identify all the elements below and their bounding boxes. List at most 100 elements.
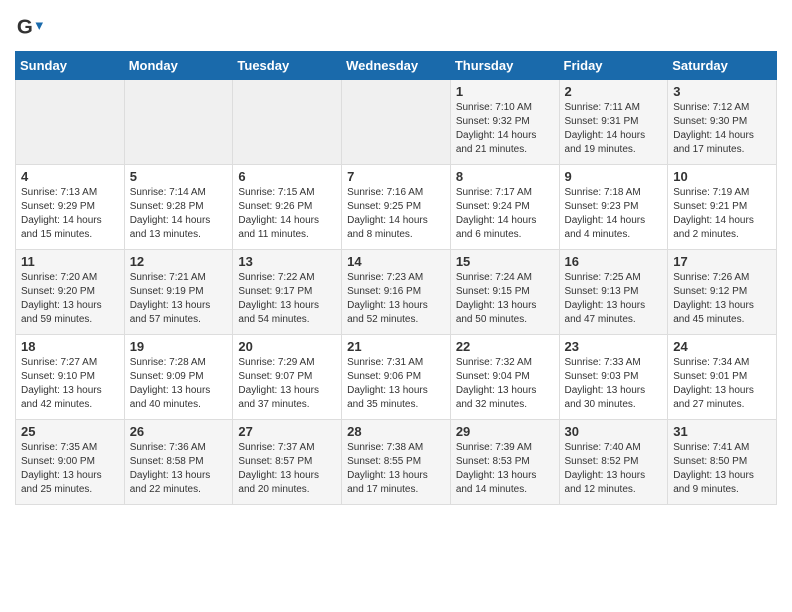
calendar-cell: 1Sunrise: 7:10 AMSunset: 9:32 PMDaylight… — [450, 80, 559, 165]
calendar-cell: 6 Sunrise: 7:15 AMSunset: 9:26 PMDaylight… — [233, 165, 342, 250]
day-info: Sunrise: 7:23 AMSunset: 9:16 PMDaylight:… — [347, 271, 445, 327]
calendar-cell: 4 Sunrise: 7:13 AMSunset: 9:29 PMDaylight… — [16, 165, 125, 250]
calendar-cell: 7 Sunrise: 7:16 AMSunset: 9:25 PMDaylight… — [342, 165, 451, 250]
weekday-header: Friday — [559, 52, 668, 80]
calendar-cell: 27Sunrise: 7:37 AMSunset: 8:57 PMDayligh… — [233, 420, 342, 505]
header-row: SundayMondayTuesdayWednesdayThursdayFrid… — [16, 52, 777, 80]
day-number: 6 — [238, 169, 336, 184]
logo: G — [15, 15, 45, 43]
calendar-cell: 10 Sunrise: 7:19 AMSunset: 9:21 PMDayligh… — [668, 165, 777, 250]
calendar-cell: 16Sunrise: 7:25 AMSunset: 9:13 PMDayligh… — [559, 250, 668, 335]
calendar-cell: 23Sunrise: 7:33 AMSunset: 9:03 PMDayligh… — [559, 335, 668, 420]
day-number: 24 — [673, 339, 771, 354]
calendar-cell: 9 Sunrise: 7:18 AMSunset: 9:23 PMDaylight… — [559, 165, 668, 250]
day-number: 10 — [673, 169, 771, 184]
day-number: 14 — [347, 254, 445, 269]
calendar-cell — [16, 80, 125, 165]
calendar-cell: 8 Sunrise: 7:17 AMSunset: 9:24 PMDaylight… — [450, 165, 559, 250]
calendar-cell: 19 Sunrise: 7:28 AMSunset: 9:09 PMDayligh… — [124, 335, 233, 420]
day-number: 3 — [673, 84, 771, 99]
day-number: 25 — [21, 424, 119, 439]
day-info: Sunrise: 7:18 AMSunset: 9:23 PMDaylight:… — [565, 186, 663, 242]
day-info: Sunrise: 7:40 AMSunset: 8:52 PMDaylight:… — [565, 441, 663, 497]
day-number: 29 — [456, 424, 554, 439]
day-info: Sunrise: 7:36 AMSunset: 8:58 PMDaylight:… — [130, 441, 228, 497]
calendar-cell: 24 Sunrise: 7:34 AMSunset: 9:01 PMDayligh… — [668, 335, 777, 420]
day-number: 31 — [673, 424, 771, 439]
calendar-table: SundayMondayTuesdayWednesdayThursdayFrid… — [15, 51, 777, 505]
day-info: Sunrise: 7:17 AMSunset: 9:24 PMDaylight:… — [456, 186, 554, 242]
logo-icon: G — [15, 15, 43, 43]
calendar-cell: 25 Sunrise: 7:35 AMSunset: 9:00 PMDayligh… — [16, 420, 125, 505]
calendar-week-row: 11 Sunrise: 7:20 AMSunset: 9:20 PMDayligh… — [16, 250, 777, 335]
day-number: 4 — [21, 169, 119, 184]
calendar-cell — [342, 80, 451, 165]
day-number: 30 — [565, 424, 663, 439]
day-number: 12 — [130, 254, 228, 269]
calendar-cell: 28 Sunrise: 7:38 AMSunset: 8:55 PMDayligh… — [342, 420, 451, 505]
calendar-cell: 17 Sunrise: 7:26 AMSunset: 9:12 PMDayligh… — [668, 250, 777, 335]
day-info: Sunrise: 7:38 AMSunset: 8:55 PMDaylight:… — [347, 441, 445, 497]
day-number: 5 — [130, 169, 228, 184]
day-info: Sunrise: 7:41 AMSunset: 8:50 PMDaylight:… — [673, 441, 771, 497]
day-number: 9 — [565, 169, 663, 184]
day-number: 20 — [238, 339, 336, 354]
calendar-cell: 29 Sunrise: 7:39 AMSunset: 8:53 PMDayligh… — [450, 420, 559, 505]
weekday-header: Saturday — [668, 52, 777, 80]
calendar-cell: 11 Sunrise: 7:20 AMSunset: 9:20 PMDayligh… — [16, 250, 125, 335]
weekday-header: Thursday — [450, 52, 559, 80]
day-info: Sunrise: 7:29 AMSunset: 9:07 PMDaylight:… — [238, 356, 336, 412]
day-info: Sunrise: 7:26 AMSunset: 9:12 PMDaylight:… — [673, 271, 771, 327]
calendar-cell: 15Sunrise: 7:24 AMSunset: 9:15 PMDayligh… — [450, 250, 559, 335]
day-info: Sunrise: 7:39 AMSunset: 8:53 PMDaylight:… — [456, 441, 554, 497]
calendar-week-row: 18 Sunrise: 7:27 AMSunset: 9:10 PMDayligh… — [16, 335, 777, 420]
calendar-week-row: 25 Sunrise: 7:35 AMSunset: 9:00 PMDayligh… — [16, 420, 777, 505]
day-info: Sunrise: 7:12 AMSunset: 9:30 PMDaylight:… — [673, 101, 771, 157]
day-info: Sunrise: 7:15 AMSunset: 9:26 PMDaylight:… — [238, 186, 336, 242]
header: G — [15, 10, 777, 43]
day-info: Sunrise: 7:13 AMSunset: 9:29 PMDaylight:… — [21, 186, 119, 242]
day-info: Sunrise: 7:35 AMSunset: 9:00 PMDaylight:… — [21, 441, 119, 497]
weekday-header: Wednesday — [342, 52, 451, 80]
day-info: Sunrise: 7:27 AMSunset: 9:10 PMDaylight:… — [21, 356, 119, 412]
weekday-header: Monday — [124, 52, 233, 80]
day-info: Sunrise: 7:33 AMSunset: 9:03 PMDaylight:… — [565, 356, 663, 412]
weekday-header: Sunday — [16, 52, 125, 80]
calendar-cell: 3 Sunrise: 7:12 AMSunset: 9:30 PMDaylight… — [668, 80, 777, 165]
calendar-cell: 26Sunrise: 7:36 AMSunset: 8:58 PMDayligh… — [124, 420, 233, 505]
day-info: Sunrise: 7:20 AMSunset: 9:20 PMDaylight:… — [21, 271, 119, 327]
day-number: 2 — [565, 84, 663, 99]
calendar-cell: 5Sunrise: 7:14 AMSunset: 9:28 PMDaylight… — [124, 165, 233, 250]
calendar-cell: 14 Sunrise: 7:23 AMSunset: 9:16 PMDayligh… — [342, 250, 451, 335]
weekday-header: Tuesday — [233, 52, 342, 80]
calendar-week-row: 4 Sunrise: 7:13 AMSunset: 9:29 PMDaylight… — [16, 165, 777, 250]
day-info: Sunrise: 7:11 AMSunset: 9:31 PMDaylight:… — [565, 101, 663, 157]
day-info: Sunrise: 7:21 AMSunset: 9:19 PMDaylight:… — [130, 271, 228, 327]
day-number: 8 — [456, 169, 554, 184]
svg-text:G: G — [17, 16, 33, 39]
day-number: 27 — [238, 424, 336, 439]
calendar-cell: 30 Sunrise: 7:40 AMSunset: 8:52 PMDayligh… — [559, 420, 668, 505]
day-number: 15 — [456, 254, 554, 269]
day-info: Sunrise: 7:34 AMSunset: 9:01 PMDaylight:… — [673, 356, 771, 412]
calendar-cell — [233, 80, 342, 165]
day-info: Sunrise: 7:10 AMSunset: 9:32 PMDaylight:… — [456, 101, 554, 157]
calendar-cell: 2 Sunrise: 7:11 AMSunset: 9:31 PMDaylight… — [559, 80, 668, 165]
day-number: 19 — [130, 339, 228, 354]
calendar-cell: 31 Sunrise: 7:41 AMSunset: 8:50 PMDayligh… — [668, 420, 777, 505]
day-info: Sunrise: 7:16 AMSunset: 9:25 PMDaylight:… — [347, 186, 445, 242]
day-number: 17 — [673, 254, 771, 269]
day-number: 7 — [347, 169, 445, 184]
day-number: 28 — [347, 424, 445, 439]
day-info: Sunrise: 7:28 AMSunset: 9:09 PMDaylight:… — [130, 356, 228, 412]
day-number: 16 — [565, 254, 663, 269]
calendar-cell — [124, 80, 233, 165]
calendar-cell: 12 Sunrise: 7:21 AMSunset: 9:19 PMDayligh… — [124, 250, 233, 335]
day-number: 18 — [21, 339, 119, 354]
day-number: 11 — [21, 254, 119, 269]
day-number: 13 — [238, 254, 336, 269]
calendar-cell: 20 Sunrise: 7:29 AMSunset: 9:07 PMDayligh… — [233, 335, 342, 420]
day-info: Sunrise: 7:31 AMSunset: 9:06 PMDaylight:… — [347, 356, 445, 412]
day-number: 22 — [456, 339, 554, 354]
day-info: Sunrise: 7:19 AMSunset: 9:21 PMDaylight:… — [673, 186, 771, 242]
